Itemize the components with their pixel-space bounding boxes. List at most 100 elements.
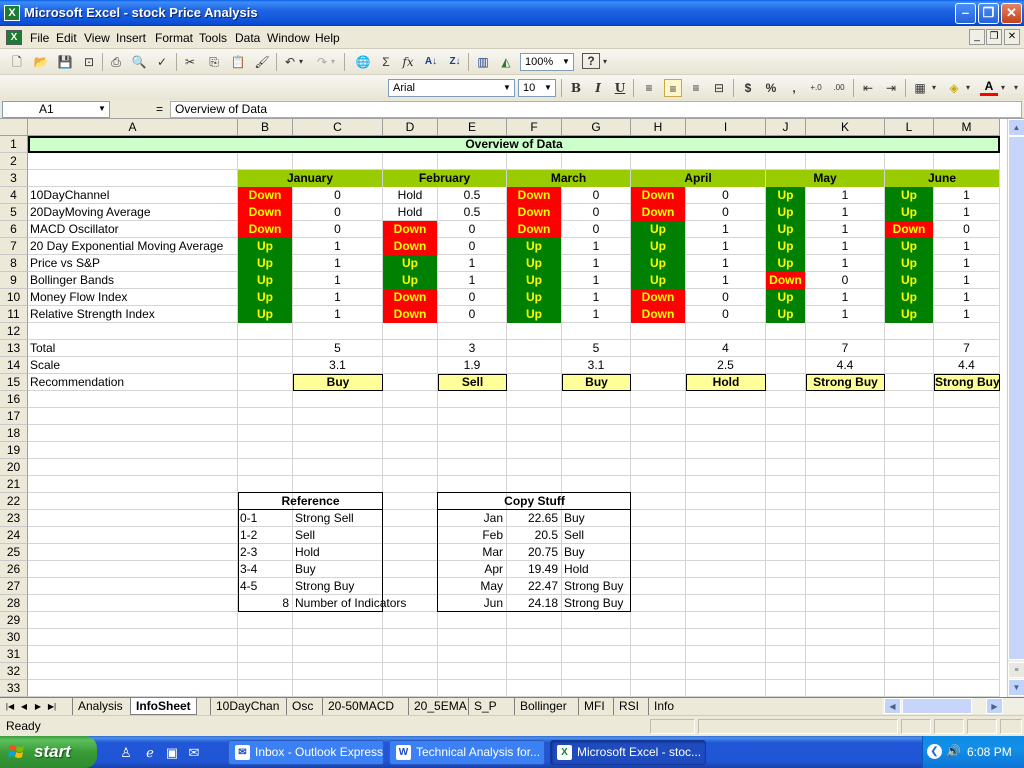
signal-up-cell[interactable]: Up [766,187,805,204]
row-header-28[interactable]: 28 [0,595,28,612]
indicator-value-cell[interactable]: 1 [934,272,999,289]
outlook-express-icon[interactable]: ✉ [186,745,202,761]
align-right-icon[interactable]: ≡ [687,79,705,97]
signal-down-cell[interactable]: Down [383,238,437,255]
indicator-value-cell[interactable]: 1 [562,238,630,255]
signal-up-cell[interactable]: Up [766,238,805,255]
column-header-b[interactable]: B [238,119,293,136]
sheet-tab-analysis[interactable]: Analysis [72,698,128,715]
column-header-d[interactable]: D [383,119,438,136]
scroll-up-icon[interactable]: ▲ [1008,119,1024,136]
print-preview-icon[interactable]: 🔍 [130,53,148,71]
month-header-april[interactable]: April [631,170,765,187]
messenger-icon[interactable]: ♙ [118,745,134,761]
title-bar[interactable]: X Microsoft Excel - stock Price Analysis… [0,0,1024,26]
reference-range-cell[interactable]: 4-5 [238,578,292,595]
copy-month-cell[interactable]: May [438,578,506,595]
row-header-29[interactable]: 29 [0,612,28,629]
indicator-value-cell[interactable]: 1 [806,289,884,306]
row-header-13[interactable]: 13 [0,340,28,357]
drawing-icon[interactable]: ◭ [497,53,515,71]
signal-up-cell[interactable]: Up [766,306,805,323]
hscroll-thumb[interactable] [902,698,972,714]
indicator-value-cell[interactable]: 1 [562,272,630,289]
menu-format[interactable]: Format [155,31,193,45]
indicator-value-cell[interactable]: 1 [934,255,999,272]
row-header-23[interactable]: 23 [0,510,28,527]
indicator-value-cell[interactable]: 1 [438,255,506,272]
chart-wizard-icon[interactable]: ▥ [474,53,492,71]
row-header-27[interactable]: 27 [0,578,28,595]
sort-ascending-icon[interactable]: A↓ [422,53,440,71]
workbook-restore-button[interactable]: ❐ [986,29,1002,45]
menu-edit[interactable]: Edit [56,31,77,45]
copy-price-cell[interactable]: 20.5 [507,527,561,544]
zoom-select[interactable]: 100% ▼ [520,53,574,71]
signal-down-cell[interactable]: Down [507,187,561,204]
indicator-value-cell[interactable]: 1 [293,306,382,323]
copy-month-cell[interactable]: Apr [438,561,506,578]
row-header-12[interactable]: 12 [0,323,28,340]
menu-file[interactable]: File [30,31,49,45]
total-value-cell[interactable]: 7 [934,340,999,357]
prev-sheet-icon[interactable]: ◀ [18,700,30,713]
signal-up-cell[interactable]: Up [507,306,561,323]
indicator-value-cell[interactable]: 0 [562,204,630,221]
autosum-icon[interactable]: Σ [377,53,395,71]
indicator-value-cell[interactable]: 0 [562,221,630,238]
reference-range-cell[interactable]: 0-1 [238,510,292,527]
fill-color-dropdown-icon[interactable]: ▾ [963,79,973,97]
indicator-value-cell[interactable]: 1 [438,272,506,289]
scroll-right-icon[interactable]: ▶ [986,698,1003,714]
scale-value-cell[interactable]: 3.1 [293,357,382,374]
scale-value-cell[interactable]: 1.9 [438,357,506,374]
copy-rec-cell[interactable]: Strong Buy [562,578,630,595]
reference-label-cell[interactable]: Sell [293,527,436,544]
indicator-value-cell[interactable]: 1 [806,204,884,221]
row-header-4[interactable]: 4 [0,187,28,204]
sheet-tab-20-50macd[interactable]: 20-50MACD [322,698,399,715]
indicator-name-cell[interactable]: Price vs S&P [28,255,237,272]
menu-insert[interactable]: Insert [116,31,146,45]
align-left-icon[interactable]: ≡ [640,79,658,97]
signal-up-cell[interactable]: Up [383,272,437,289]
signal-up-cell[interactable]: Up [885,204,933,221]
reference-range-cell[interactable]: 8 [238,595,292,612]
currency-icon[interactable]: $ [739,79,757,97]
signal-up-cell[interactable]: Up [507,238,561,255]
tray-expand-icon[interactable]: ❮ [927,744,942,759]
row-header-33[interactable]: 33 [0,680,28,697]
copy-month-cell[interactable]: Mar [438,544,506,561]
signal-down-cell[interactable]: Down [631,306,685,323]
copy-stuff-header[interactable]: Copy Stuff [438,493,631,510]
toolbar-options-icon[interactable]: ▾ [1011,79,1021,97]
task-excel[interactable]: X Microsoft Excel - stoc... [550,740,706,765]
signal-up-cell[interactable]: Up [766,204,805,221]
name-box[interactable]: A1 [2,101,110,118]
help-icon[interactable]: ? [582,53,600,69]
sheet-tab-infosheet[interactable]: InfoSheet [130,698,197,715]
workbook-minimize-button[interactable]: _ [969,29,985,45]
reference-label-cell[interactable]: Number of Indicators [293,595,436,612]
indicator-value-cell[interactable]: 1 [293,238,382,255]
recommendation-cell[interactable]: Hold [686,374,766,391]
row-header-25[interactable]: 25 [0,544,28,561]
signal-down-cell[interactable]: Down [383,289,437,306]
formula-input[interactable]: Overview of Data [170,101,1022,118]
sheet-tab-bollinger[interactable]: Bollinger [514,698,572,715]
row-header-2[interactable]: 2 [0,153,28,170]
copy-price-cell[interactable]: 19.49 [507,561,561,578]
recommendation-cell[interactable]: Strong Buy [806,374,885,391]
column-header-m[interactable]: M [934,119,1000,136]
column-header-a[interactable]: A [28,119,238,136]
copy-price-cell[interactable]: 22.47 [507,578,561,595]
signal-up-cell[interactable]: Up [507,255,561,272]
paste-icon[interactable]: 📋 [229,53,247,71]
recommendation-cell[interactable]: Strong Buy [934,374,1000,391]
row-header-30[interactable]: 30 [0,629,28,646]
total-value-cell[interactable]: 7 [806,340,884,357]
row-header-31[interactable]: 31 [0,646,28,663]
signal-down-cell[interactable]: Down [631,187,685,204]
scale-value-cell[interactable]: 2.5 [686,357,765,374]
signal-down-cell[interactable]: Down [383,306,437,323]
